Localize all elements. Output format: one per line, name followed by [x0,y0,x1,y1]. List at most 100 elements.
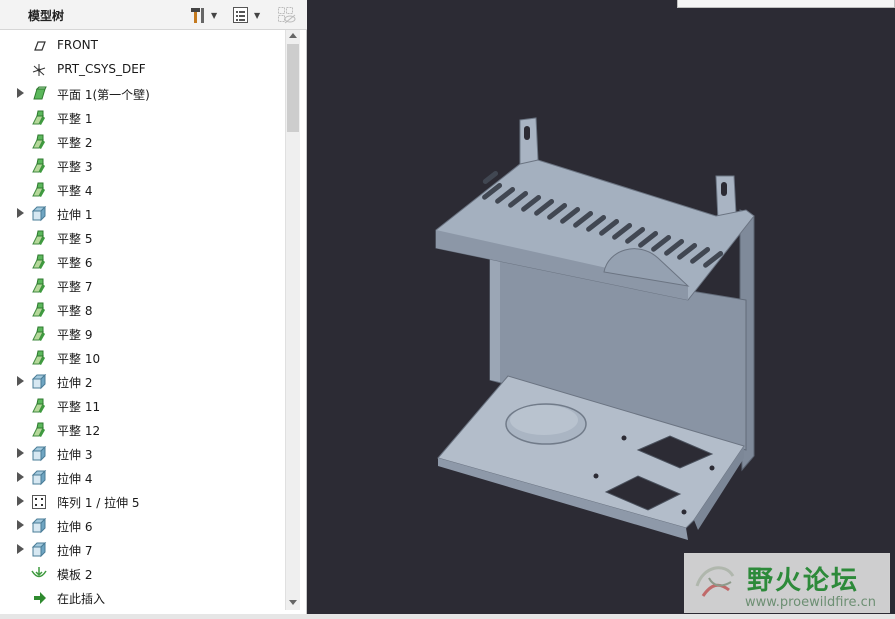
tree-item-label: 拉伸 1 [57,208,93,222]
tree-item[interactable]: 平整 12 [8,418,284,442]
tree-item-label: 平整 4 [57,184,93,198]
graphics-viewport[interactable] [308,0,895,617]
tree-item[interactable]: 模板 2 [8,562,284,586]
flat-wall-icon [31,230,47,246]
watermark-title: 野火论坛 [747,566,860,596]
tree-scrollbar[interactable] [285,30,300,610]
flat-wall-icon [31,350,47,366]
extrude-icon [31,469,47,486]
extrude-icon [31,373,47,390]
tree-item[interactable]: 平整 3 [8,154,284,178]
scroll-thumb[interactable] [287,44,299,132]
flat-wall-icon [31,182,47,198]
insert-here-icon [31,590,47,606]
view-toolbar-strip[interactable] [677,0,895,8]
tree-item[interactable]: 在此插入 [8,586,284,610]
flat-wall-icon [31,134,47,150]
tree-item[interactable]: 拉伸 3 [8,442,284,466]
scroll-down-arrow-icon[interactable] [289,600,297,605]
expand-arrow-icon[interactable] [17,88,24,98]
extrude-icon [31,541,47,558]
flat-wall-icon [31,110,47,126]
tree-item[interactable]: 平整 2 [8,130,284,154]
tree-item-label: 平整 12 [57,424,101,438]
tree-item[interactable]: 拉伸 2 [8,370,284,394]
model-tree-header: 模型树 ▼ ▼ [0,0,307,30]
planar-wall-icon [31,86,47,102]
chevron-down-icon: ▼ [254,10,261,20]
expand-arrow-icon[interactable] [17,496,24,506]
expand-arrow-icon[interactable] [17,448,24,458]
embossed-circle-inner [510,405,578,435]
tree-item[interactable]: 平整 8 [8,298,284,322]
tab-slot-left [524,126,530,140]
tree-item[interactable]: 阵列 1 / 拉伸 5 [8,490,284,514]
mounting-tab-left [519,117,539,167]
tree-item[interactable]: FRONT [8,34,284,58]
expand-arrow-icon[interactable] [17,520,24,530]
expand-arrow-icon[interactable] [17,472,24,482]
tree-item[interactable]: 拉伸 6 [8,514,284,538]
flat-wall-icon [31,278,47,294]
model-tree-title: 模型树 [28,9,65,23]
tree-item-label: 平整 2 [57,136,93,150]
tree-item-label: 平整 6 [57,256,93,270]
flat-wall-icon [31,158,47,174]
tree-item[interactable]: 平面 1(第一个壁) [8,82,284,106]
tree-item[interactable]: 平整 1 [8,106,284,130]
extrude-icon [31,205,47,222]
back-wall-edge [490,258,500,382]
tree-item-label: 平整 3 [57,160,93,174]
flat-wall-icon [31,254,47,270]
tree-item-label: 模板 2 [57,568,93,582]
chevron-down-icon: ▼ [211,10,218,20]
tree-item[interactable]: PRT_CSYS_DEF [8,58,284,82]
tree-item-label: PRT_CSYS_DEF [57,62,146,76]
tree-item-label: 平整 8 [57,304,93,318]
model-tree-list: FRONT PRT_CSYS_DEF 平面 1(第一个壁) 平整 1 平整 2 平整 3 平… [8,34,284,612]
tree-item-label: 平面 1(第一个壁) [57,88,150,102]
scroll-up-arrow-icon[interactable] [289,33,297,38]
tree-item-label: 拉伸 7 [57,544,93,558]
tree-item[interactable]: 拉伸 1 [8,202,284,226]
tree-item-label: 平整 9 [57,328,93,342]
tree-filter-button[interactable] [276,4,296,26]
tab-slot-right [721,182,727,196]
tree-settings-button[interactable]: ▼ [188,4,217,26]
coordinate-system-icon [31,62,47,78]
tree-item-label: 拉伸 2 [57,376,93,390]
tree-item-label: 拉伸 3 [57,448,93,462]
expand-arrow-icon[interactable] [17,544,24,554]
status-strip [0,614,895,619]
flat-wall-icon [31,398,47,414]
flat-wall-icon [31,302,47,318]
expand-arrow-icon[interactable] [17,376,24,386]
tree-item[interactable]: 拉伸 4 [8,466,284,490]
tree-item[interactable]: 平整 11 [8,394,284,418]
tree-item[interactable]: 平整 10 [8,346,284,370]
extrude-icon [31,445,47,462]
tree-item[interactable]: 平整 9 [8,322,284,346]
watermark-url: www.proewildfire.cn [745,595,876,610]
tree-item-label: 平整 1 [57,112,93,126]
extrude-icon [31,517,47,534]
sheetmetal-part-model [435,117,755,540]
list-icon [233,7,248,23]
tree-item-label: 拉伸 4 [57,472,93,486]
tree-item-label: 平整 5 [57,232,93,246]
tree-item-label: 在此插入 [57,592,106,606]
tree-item-label: 阵列 1 / 拉伸 5 [57,496,140,510]
watermark-logo-icon [695,566,735,597]
tree-item[interactable]: 拉伸 7 [8,538,284,562]
tree-item[interactable]: 平整 7 [8,274,284,298]
tree-item-label: 拉伸 6 [57,520,93,534]
model-tree-panel: 模型树 ▼ ▼ FRONT PRT_CSYS_DEF 平面 1(第一个壁) 平整… [0,0,307,619]
pattern-icon [31,494,47,510]
expand-arrow-icon[interactable] [17,208,24,218]
tree-item[interactable]: 平整 6 [8,250,284,274]
tree-show-button[interactable]: ▼ [231,4,260,26]
tree-item[interactable]: 平整 4 [8,178,284,202]
tree-item-label: 平整 7 [57,280,93,294]
tree-item[interactable]: 平整 5 [8,226,284,250]
filter-visibility-icon [278,7,296,24]
